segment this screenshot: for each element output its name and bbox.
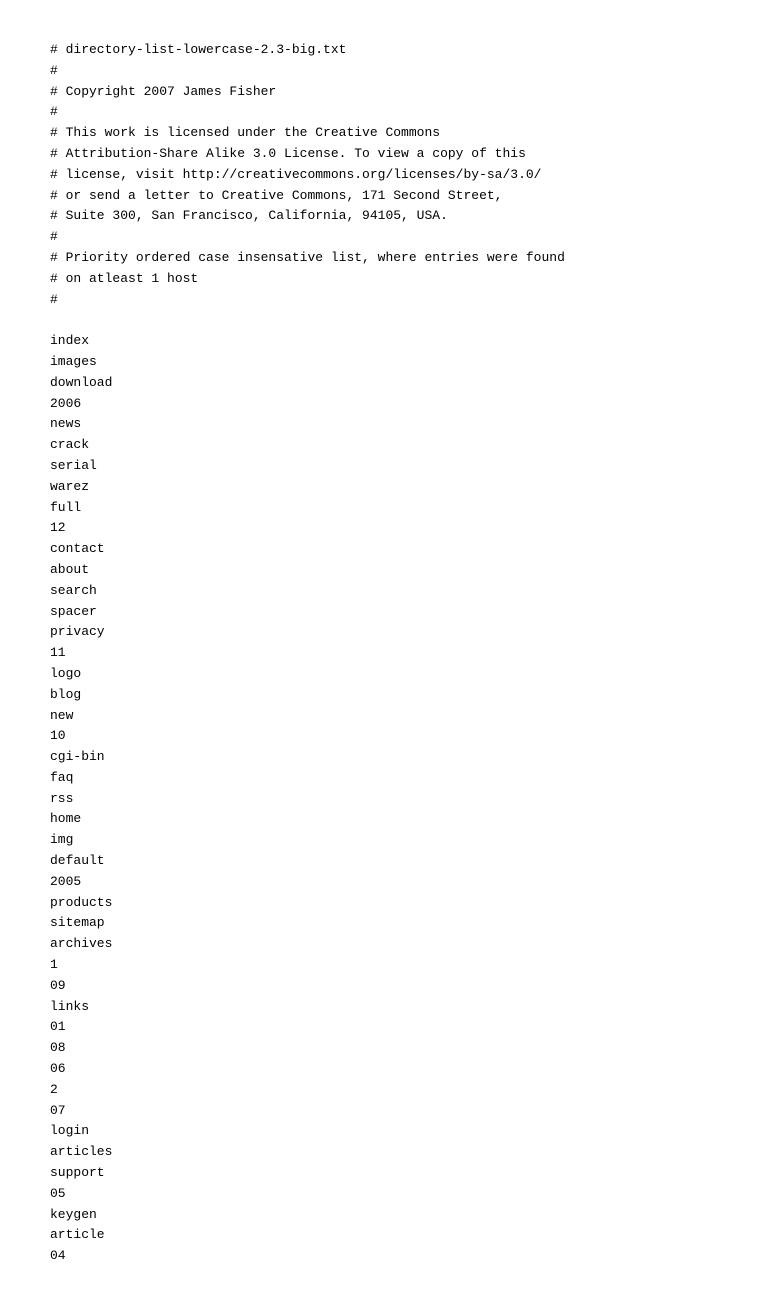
file-content: # directory-list-lowercase-2.3-big.txt #…: [50, 40, 718, 1267]
